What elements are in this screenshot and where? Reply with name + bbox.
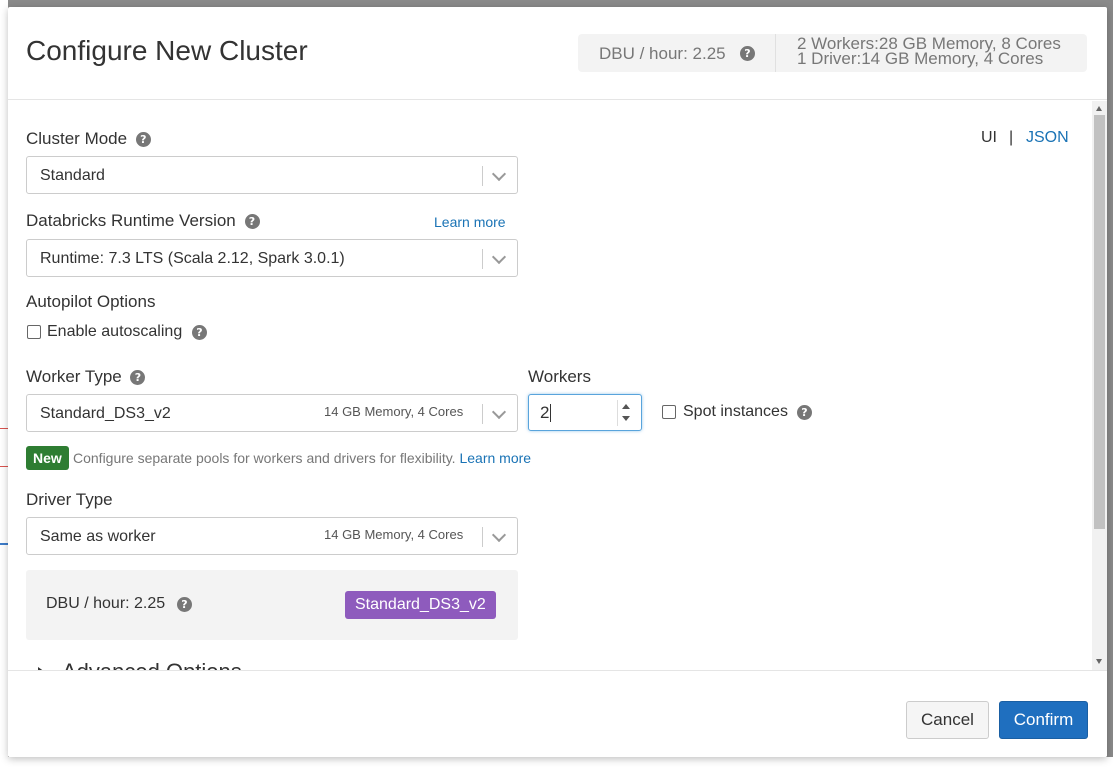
background-divider [0, 428, 8, 429]
scroll-thumb[interactable] [1094, 115, 1105, 529]
select-separator [482, 404, 483, 424]
runtime-value: Runtime: 7.3 LTS (Scala 2.12, Spark 3.0.… [40, 250, 345, 267]
worker-type-meta: 14 GB Memory, 4 Cores [324, 404, 464, 419]
modal-body: UI | JSON Cluster Mode ? Standard Databr… [8, 101, 1107, 670]
pools-notice-text: Configure separate pools for workers and… [73, 450, 531, 466]
chevron-down-icon [491, 166, 507, 182]
worker-type-value: Standard_DS3_v2 [40, 405, 171, 422]
increment-icon[interactable] [622, 404, 630, 409]
worker-type-label-text: Worker Type [26, 367, 122, 386]
pools-learn-more-link[interactable]: Learn more [459, 450, 531, 466]
runtime-learn-more-link[interactable]: Learn more [434, 214, 506, 230]
cluster-mode-label-text: Cluster Mode [26, 129, 128, 148]
autoscaling-checkbox[interactable] [27, 325, 41, 339]
select-separator [482, 527, 483, 547]
scroll-down-icon[interactable] [1096, 659, 1102, 664]
summary-divider [775, 34, 776, 72]
cancel-button[interactable]: Cancel [906, 701, 989, 739]
runtime-label-text: Databricks Runtime Version [26, 211, 236, 230]
modal-title: Configure New Cluster [26, 35, 308, 66]
runtime-label: Databricks Runtime Version ? [26, 211, 260, 231]
help-icon[interactable]: ? [177, 597, 192, 612]
workers-label: Workers [528, 367, 591, 386]
cluster-mode-value: Standard [40, 167, 105, 184]
runtime-select[interactable]: Runtime: 7.3 LTS (Scala 2.12, Spark 3.0.… [26, 239, 518, 277]
driver-type-select[interactable]: Same as worker 14 GB Memory, 4 Cores [26, 517, 518, 555]
decrement-icon[interactable] [622, 416, 630, 421]
chevron-down-icon [491, 527, 507, 543]
modal-footer: Cancel Confirm [8, 670, 1107, 757]
spot-instances-checkbox[interactable] [662, 405, 676, 419]
help-icon[interactable]: ? [244, 214, 260, 230]
scroll-up-icon[interactable] [1096, 106, 1102, 111]
workers-value: 2 [540, 403, 550, 422]
autopilot-label: Autopilot Options [26, 292, 156, 311]
chevron-down-icon [491, 404, 507, 420]
driver-type-label: Driver Type [26, 490, 113, 509]
background-page [0, 0, 8, 767]
help-icon[interactable]: ? [740, 46, 755, 61]
scrollbar[interactable] [1092, 101, 1107, 670]
confirm-button[interactable]: Confirm [999, 701, 1088, 739]
worker-type-label: Worker Type ? [26, 367, 146, 387]
background-divider [0, 466, 8, 467]
dbu-panel: DBU / hour: 2.25 ? Standard_DS3_v2 [26, 570, 518, 640]
dbu-text: DBU / hour: 2.25 [46, 595, 166, 612]
configure-cluster-modal: Configure New Cluster DBU / hour: 2.25 ?… [8, 7, 1107, 757]
summary-dbu: DBU / hour: 2.25 [599, 44, 726, 63]
workers-stepper[interactable] [617, 400, 633, 426]
driver-type-value: Same as worker [40, 528, 156, 545]
spot-instances-label[interactable]: Spot instances [683, 403, 788, 421]
cluster-mode-select[interactable]: Standard [26, 156, 518, 194]
new-badge: New [26, 446, 69, 470]
select-separator [482, 166, 483, 186]
worker-type-select[interactable]: Standard_DS3_v2 14 GB Memory, 4 Cores [26, 394, 518, 432]
driver-type-meta: 14 GB Memory, 4 Cores [324, 527, 464, 542]
modal-header: Configure New Cluster DBU / hour: 2.25 ?… [8, 7, 1107, 100]
background-tab-indicator [0, 543, 8, 545]
help-icon[interactable]: ? [192, 325, 207, 340]
cluster-summary: DBU / hour: 2.25 ? 2 Workers:28 GB Memor… [578, 34, 1087, 72]
advanced-options-label: Advanced Options [62, 659, 242, 670]
autoscaling-label[interactable]: Enable autoscaling [47, 323, 182, 341]
workers-input[interactable]: 2 [528, 394, 642, 431]
chevron-down-icon [491, 249, 507, 265]
background-page-bottom [0, 757, 1113, 767]
pools-notice-message: Configure separate pools for workers and… [73, 450, 456, 466]
help-icon[interactable]: ? [130, 370, 146, 386]
help-icon[interactable]: ? [797, 405, 812, 420]
ui-toggle[interactable]: UI [981, 129, 997, 147]
cluster-mode-label: Cluster Mode ? [26, 129, 151, 149]
toggle-separator: | [1009, 129, 1014, 146]
summary-resources: 2 Workers:28 GB Memory, 8 Cores 1 Driver… [797, 35, 1061, 68]
text-caret [550, 404, 551, 422]
instance-type-tag: Standard_DS3_v2 [345, 591, 496, 619]
help-icon[interactable]: ? [135, 132, 151, 148]
select-separator [482, 249, 483, 269]
summary-driver: 1 Driver:14 GB Memory, 4 Cores [797, 49, 1044, 68]
json-toggle[interactable]: JSON [1026, 129, 1069, 147]
